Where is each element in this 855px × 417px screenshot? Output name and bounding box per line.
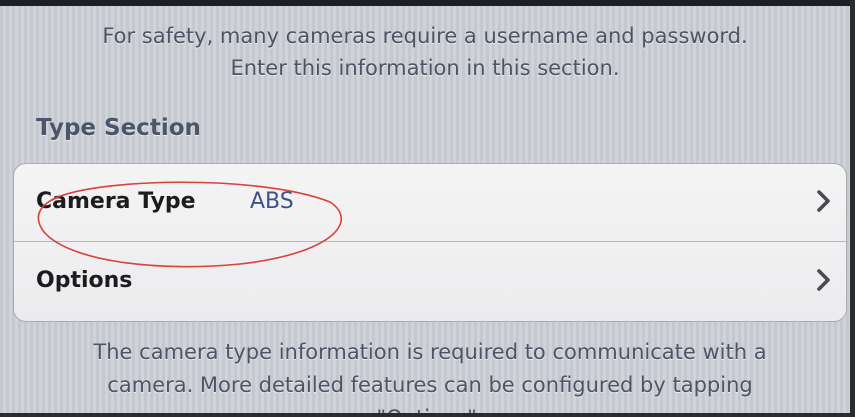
footer-line-3: "Options".: [20, 402, 840, 413]
chevron-right-icon: [817, 190, 830, 212]
camera-type-label: Camera Type: [36, 189, 196, 214]
footer-line-1: The camera type information is required …: [93, 340, 767, 364]
section-title: Type Section: [36, 115, 201, 141]
camera-type-value: ABS: [250, 189, 294, 214]
footer-line-2: camera. More detailed features can be co…: [107, 373, 753, 397]
settings-group: Camera Type ABS Options: [13, 163, 847, 322]
footer-line-3-clipped: "Options".: [20, 402, 840, 413]
device-bezel-bottom: [0, 413, 855, 417]
device-bezel-top: [0, 0, 855, 6]
options-label: Options: [36, 268, 133, 293]
device-bezel-right: [850, 0, 855, 417]
camera-type-row[interactable]: Camera Type ABS: [14, 164, 846, 242]
section-header-description: For safety, many cameras require a usern…: [20, 20, 830, 84]
header-line-1: For safety, many cameras require a usern…: [102, 24, 748, 48]
options-row[interactable]: Options: [14, 243, 846, 321]
chevron-right-icon: [817, 269, 830, 291]
section-footer-description: The camera type information is required …: [20, 336, 840, 402]
header-line-2: Enter this information in this section.: [230, 56, 620, 80]
